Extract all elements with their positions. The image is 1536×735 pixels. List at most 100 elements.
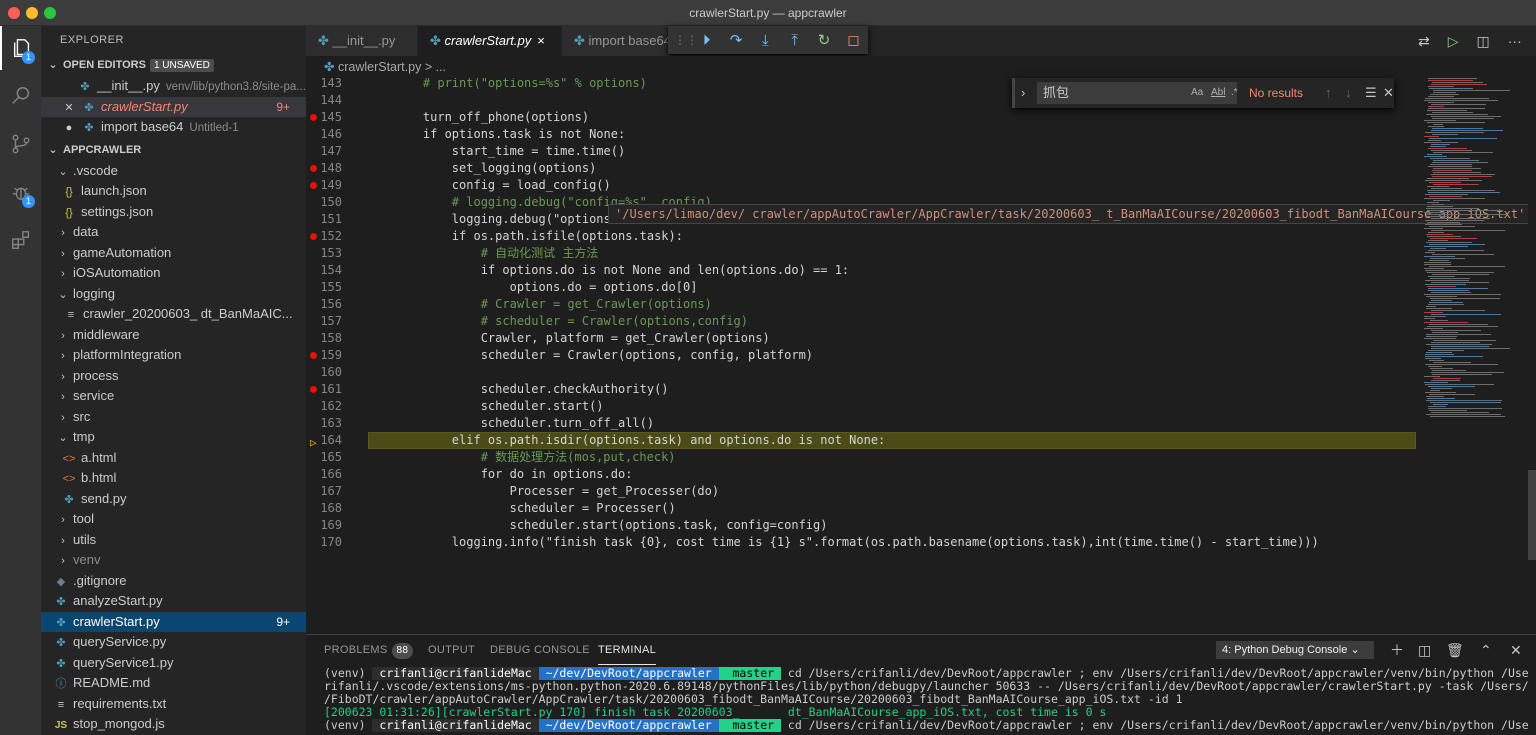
terminal-select[interactable]: 4: Python Debug Console ⌄	[1216, 641, 1374, 659]
source-control-activity[interactable]	[0, 122, 41, 166]
tree-file[interactable]: ✤ queryService.py	[41, 632, 306, 653]
open-editor-item[interactable]: ✤ __init__.py venv/lib/python3.8/site-pa..…	[41, 76, 306, 97]
line-number: 166	[320, 467, 342, 481]
search-activity[interactable]	[0, 74, 41, 118]
tree-file[interactable]: ✤ crawlerStart.py 9+	[41, 611, 306, 632]
find-input[interactable]: 抓包	[1037, 82, 1237, 104]
open-editors-header[interactable]: ⌄ OPEN EDITORS 1 UNSAVED	[41, 54, 306, 76]
close-panel-icon[interactable]: ✕	[1510, 635, 1522, 665]
tree-file[interactable]: {} launch.json	[41, 181, 306, 202]
code-line: 149 config = load_config()	[306, 177, 1416, 194]
tree-folder[interactable]: › tool	[41, 509, 306, 530]
code-line: 155 options.do = options.do[0]	[306, 279, 1416, 296]
breadcrumb-file[interactable]: crawlerStart.py	[338, 60, 421, 74]
extensions-activity[interactable]	[0, 218, 41, 262]
close-window-button[interactable]	[8, 7, 20, 19]
stop-icon[interactable]: ◻	[839, 31, 868, 49]
tree-folder[interactable]: › service	[41, 386, 306, 407]
tree-folder[interactable]: › platformIntegration	[41, 345, 306, 366]
scrollbar-thumb[interactable]	[1528, 470, 1536, 560]
compare-icon[interactable]: ⇄	[1418, 33, 1430, 50]
tree-file[interactable]: ✤ queryService1.py	[41, 653, 306, 674]
tree-folder[interactable]: › src	[41, 407, 306, 428]
split-terminal-icon[interactable]: ◫	[1418, 635, 1431, 665]
minimap-line	[1428, 406, 1446, 407]
more-actions-icon[interactable]: ···	[1508, 33, 1522, 49]
split-editor-icon[interactable]: ◫	[1477, 33, 1490, 50]
tree-folder[interactable]: › venv	[41, 550, 306, 571]
arrow-up-icon[interactable]: ↑	[1325, 78, 1332, 108]
tree-folder[interactable]: › gameAutomation	[41, 243, 306, 264]
minimap[interactable]	[1422, 78, 1528, 608]
step-over-icon[interactable]: ↷	[721, 31, 750, 49]
restart-icon[interactable]: ↻	[809, 31, 838, 49]
close-icon[interactable]: ×	[537, 33, 545, 48]
regex-icon[interactable]: .*	[1231, 82, 1238, 104]
tab-terminal[interactable]: TERMINAL	[598, 635, 657, 665]
code-text: config = load_config()	[394, 178, 611, 192]
chevron-right-icon[interactable]: ›	[1021, 78, 1025, 108]
project-header[interactable]: ⌄ APPCRAWLER	[41, 139, 306, 161]
run-debug-activity[interactable]: 1	[0, 170, 41, 214]
minimap-line	[1430, 164, 1472, 165]
tab-problems[interactable]: PROBLEMS 88	[324, 635, 414, 665]
tree-folder[interactable]: › middleware	[41, 325, 306, 346]
tree-file[interactable]: ✤ analyzeStart.py	[41, 591, 306, 612]
tab-output[interactable]: OUTPUT	[428, 635, 475, 665]
tree-folder[interactable]: › utils	[41, 530, 306, 551]
tree-folder[interactable]: ⌄ .vscode	[41, 161, 306, 182]
text-file-icon: ≡	[57, 698, 65, 711]
tree-file[interactable]: <> b.html	[41, 468, 306, 489]
explorer-activity[interactable]: 1	[0, 26, 41, 70]
step-into-icon[interactable]: ⤓	[751, 32, 780, 49]
step-out-icon[interactable]: ⤒	[780, 32, 809, 49]
tree-file[interactable]: JS stop_mongod.js	[41, 714, 306, 735]
run-icon[interactable]: ▷	[1448, 33, 1459, 50]
arrow-down-icon[interactable]: ↓	[1345, 78, 1352, 108]
code-line: 162 scheduler.start()	[306, 398, 1416, 415]
tree-file[interactable]: ⓘ README.md	[41, 673, 306, 694]
code-editor[interactable]: 143 # print("options=%s" % options) 144 …	[306, 78, 1536, 608]
whole-word-icon[interactable]: Abl	[1211, 82, 1225, 104]
find-in-selection-icon[interactable]: ☰	[1365, 78, 1377, 108]
minimap-line	[1424, 382, 1448, 383]
open-editor-item[interactable]: ● ✤ import base64 Untitled-1	[41, 117, 306, 138]
maximize-window-button[interactable]	[44, 7, 56, 19]
tree-folder[interactable]: › data	[41, 222, 306, 243]
tab-init[interactable]: ✤ __init__.py	[306, 26, 418, 56]
minimap-line	[1430, 298, 1500, 299]
tree-label: service	[73, 388, 115, 403]
tree-label: iOSAutomation	[73, 265, 161, 280]
tab-crawlerstart[interactable]: ✤ crawlerStart.py ×	[418, 26, 562, 56]
terminal-output[interactable]: (venv) crifanli@crifanlideMac ~/dev/DevR…	[324, 667, 1529, 732]
code-text: scheduler = Crawler(options, config, pla…	[394, 348, 814, 362]
tree-folder[interactable]: ⌄ tmp	[41, 427, 306, 448]
python-file-icon: ✤	[324, 60, 335, 74]
tree-file[interactable]: ≡ requirements.txt	[41, 694, 306, 715]
tree-file[interactable]: ≡ crawler_20200603_ dt_BanMaAIC...	[41, 304, 306, 325]
tree-file[interactable]: ✤ send.py	[41, 489, 306, 510]
tree-folder[interactable]: ⌄ logging	[41, 284, 306, 305]
tree-file[interactable]: {} settings.json	[41, 202, 306, 223]
continue-icon[interactable]: ⏵	[692, 32, 721, 49]
tree-file[interactable]: <> a.html	[41, 448, 306, 469]
trash-icon[interactable]: 🗑	[1446, 635, 1464, 665]
minimap-line	[1425, 364, 1498, 365]
breadcrumb-rest[interactable]: > ...	[425, 60, 446, 74]
close-icon[interactable]: ✕	[1383, 78, 1394, 108]
tab-import-base64[interactable]: ✤ import base64	[562, 26, 672, 56]
tab-debug-console[interactable]: DEBUG CONSOLE	[490, 635, 590, 665]
vertical-scrollbar[interactable]	[1528, 78, 1536, 608]
minimap-line	[1431, 412, 1489, 413]
minimize-window-button[interactable]	[26, 7, 38, 19]
match-case-icon[interactable]: Aa	[1191, 82, 1203, 104]
open-editor-item[interactable]: ✕ ✤ crawlerStart.py 9+	[41, 96, 306, 118]
close-icon[interactable]: ✕	[61, 98, 77, 118]
tree-file[interactable]: ◆ .gitignore	[41, 571, 306, 592]
tree-folder[interactable]: › iOSAutomation	[41, 263, 306, 284]
minimap-line	[1424, 198, 1485, 199]
new-terminal-icon[interactable]: ＋	[1390, 635, 1404, 665]
maximize-panel-icon[interactable]: ⌃	[1480, 635, 1492, 665]
tree-folder[interactable]: › process	[41, 366, 306, 387]
drag-handle-icon[interactable]: ⋮⋮	[674, 33, 698, 47]
